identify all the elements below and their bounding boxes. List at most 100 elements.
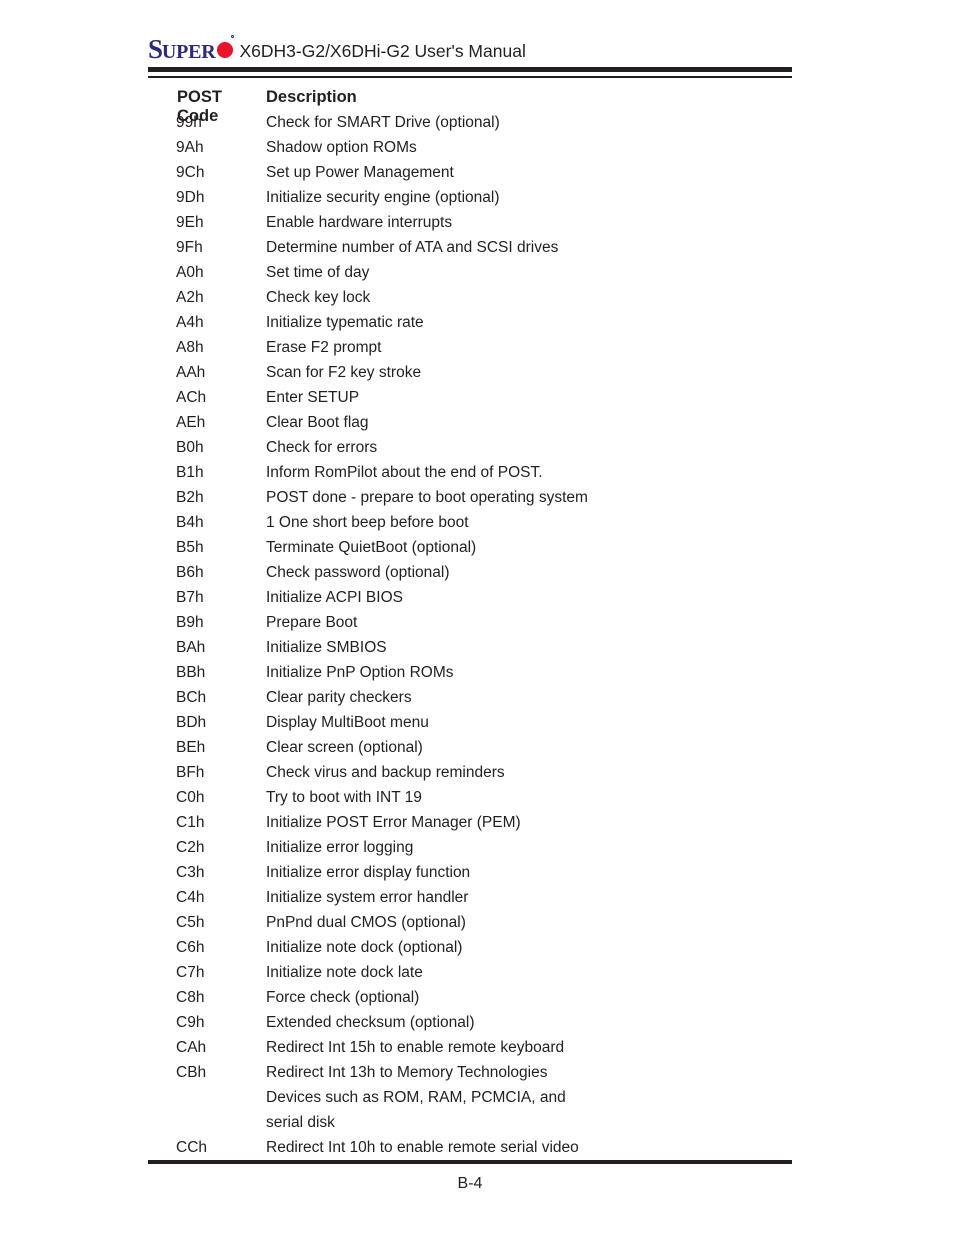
- cell-description: Set time of day: [266, 264, 370, 281]
- cell-description: Initialize system error handler: [266, 889, 469, 906]
- cell-post-code: C6h: [176, 939, 205, 956]
- cell-description: Check for SMART Drive (optional): [266, 114, 500, 131]
- table-row: 9Eh Enable hardware interrupts: [148, 214, 792, 239]
- cell-post-code: B6h: [176, 564, 204, 581]
- cell-post-code: BAh: [176, 639, 206, 656]
- post-code-table: POST Code Description 99h Check for SMART…: [148, 88, 792, 1164]
- cell-post-code: 9Fh: [176, 239, 203, 256]
- cell-post-code: B5h: [176, 539, 204, 556]
- cell-description: Scan for F2 key stroke: [266, 364, 422, 381]
- logo-word-rest: UPER: [161, 41, 216, 63]
- table-row: AAh Scan for F2 key stroke: [148, 364, 792, 389]
- cell-description: Initialize POST Error Manager (PEM): [266, 814, 521, 831]
- page-number: B-4: [457, 1175, 483, 1192]
- cell-description: 1 One short beep before boot: [266, 514, 469, 531]
- table-row: C6h Initialize note dock (optional): [148, 939, 792, 964]
- cell-post-code: 9Eh: [176, 214, 204, 231]
- cell-description: Initialize security engine (optional): [266, 189, 500, 206]
- table-row: A4h Initialize typematic rate: [148, 314, 792, 339]
- cell-description: Enable hardware interrupts: [266, 214, 453, 231]
- cell-post-code: BEh: [176, 739, 206, 756]
- table-row: 9Fh Determine number of ATA and SCSI driv…: [148, 239, 792, 264]
- cell-post-code: B0h: [176, 439, 204, 456]
- table-row: C0h Try to boot with INT 19: [148, 789, 792, 814]
- table-body: 99h Check for SMART Drive (optional) 9Ah Sh…: [148, 114, 792, 1164]
- cell-description: Devices such as ROM, RAM, PCMCIA, and: [266, 1089, 566, 1106]
- table-row: B9h Prepare Boot: [148, 614, 792, 639]
- cell-description: Shadow option ROMs: [266, 139, 417, 156]
- cell-description: Clear screen (optional): [266, 739, 423, 756]
- table-row: B4h 1 One short beep before boot: [148, 514, 792, 539]
- cell-post-code: 9Ah: [176, 139, 204, 156]
- cell-description: Inform RomPilot about the end of POST.: [266, 464, 543, 481]
- cell-description: Display MultiBoot menu: [266, 714, 429, 731]
- cell-description: Enter SETUP: [266, 389, 360, 406]
- cell-post-code: B1h: [176, 464, 204, 481]
- cell-description: Prepare Boot: [266, 614, 358, 631]
- cell-post-code: C1h: [176, 814, 205, 831]
- cell-post-code: BCh: [176, 689, 207, 706]
- cell-description: Check key lock: [266, 289, 371, 306]
- cell-description: Extended checksum (optional): [266, 1014, 475, 1031]
- table-row: A2h Check key lock: [148, 289, 792, 314]
- cell-post-code: 9Dh: [176, 189, 205, 206]
- table-row: C4h Initialize system error handler: [148, 889, 792, 914]
- cell-post-code: C7h: [176, 964, 205, 981]
- cell-post-code: B9h: [176, 614, 204, 631]
- cell-description: Determine number of ATA and SCSI drives: [266, 239, 559, 256]
- table-header-row: POST Code Description: [148, 88, 792, 125]
- cell-description: Redirect Int 10h to enable remote serial…: [266, 1139, 579, 1156]
- cell-description: Redirect Int 13h to Memory Technologies: [266, 1064, 548, 1081]
- cell-description: Terminate QuietBoot (optional): [266, 539, 477, 556]
- cell-description: Initialize SMBIOS: [266, 639, 387, 656]
- cell-description: Redirect Int 15h to enable remote keyboa…: [266, 1039, 565, 1056]
- cell-post-code: CBh: [176, 1064, 207, 1081]
- cell-description: Force check (optional): [266, 989, 420, 1006]
- cell-post-code: C2h: [176, 839, 205, 856]
- table-row: BBh Initialize PnP Option ROMs: [148, 664, 792, 689]
- table-row: C1h Initialize POST Error Manager (PEM): [148, 814, 792, 839]
- cell-post-code: BFh: [176, 764, 205, 781]
- footer-rule: [148, 1160, 792, 1164]
- table-row: C9h Extended checksum (optional): [148, 1014, 792, 1039]
- table-row: CBh Redirect Int 13h to Memory Technologi…: [148, 1064, 792, 1089]
- table-row: CAh Redirect Int 15h to enable remote key…: [148, 1039, 792, 1064]
- table-row: B1h Inform RomPilot about the end of POST…: [148, 464, 792, 489]
- cell-post-code: B2h: [176, 489, 204, 506]
- cell-post-code: BBh: [176, 664, 206, 681]
- cell-description: Initialize PnP Option ROMs: [266, 664, 454, 681]
- cell-post-code: CAh: [176, 1039, 207, 1056]
- table-row: B6h Check password (optional): [148, 564, 792, 589]
- registered-mark-icon: [231, 35, 235, 38]
- cell-description: Clear parity checkers: [266, 689, 412, 706]
- table-row: AEh Clear Boot flag: [148, 414, 792, 439]
- table-row: C8h Force check (optional): [148, 989, 792, 1014]
- supermicro-logo: S UPER: [148, 35, 238, 63]
- table-row: serial disk: [148, 1114, 792, 1139]
- cell-post-code: B4h: [176, 514, 204, 531]
- table-row: 9Dh Initialize security engine (optional): [148, 189, 792, 214]
- table-row: B2h POST done - prepare to boot operating…: [148, 489, 792, 514]
- cell-description: Erase F2 prompt: [266, 339, 382, 356]
- table-row: 99h Check for SMART Drive (optional): [148, 114, 792, 139]
- red-circle-shape: [217, 42, 234, 58]
- cell-description: Initialize note dock late: [266, 964, 423, 981]
- cell-post-code: AEh: [176, 414, 206, 431]
- table-row: C5h PnPnd dual CMOS (optional): [148, 914, 792, 939]
- table-row: C7h Initialize note dock late: [148, 964, 792, 989]
- table-row: A8h Erase F2 prompt: [148, 339, 792, 364]
- table-row: B0h Check for errors: [148, 439, 792, 464]
- header-rule-thin: [148, 76, 792, 78]
- cell-description: Clear Boot flag: [266, 414, 369, 431]
- table-row: Devices such as ROM, RAM, PCMCIA, and: [148, 1089, 792, 1114]
- table-row: 9Ch Set up Power Management: [148, 164, 792, 189]
- table-row: 9Ah Shadow option ROMs: [148, 139, 792, 164]
- cell-description: Check virus and backup reminders: [266, 764, 505, 781]
- page-footer: B-4: [148, 1175, 792, 1193]
- cell-post-code: B7h: [176, 589, 204, 606]
- cell-post-code: ACh: [176, 389, 207, 406]
- cell-post-code: A2h: [176, 289, 204, 306]
- table-row: B5h Terminate QuietBoot (optional): [148, 539, 792, 564]
- cell-post-code: C4h: [176, 889, 205, 906]
- cell-post-code: A0h: [176, 264, 204, 281]
